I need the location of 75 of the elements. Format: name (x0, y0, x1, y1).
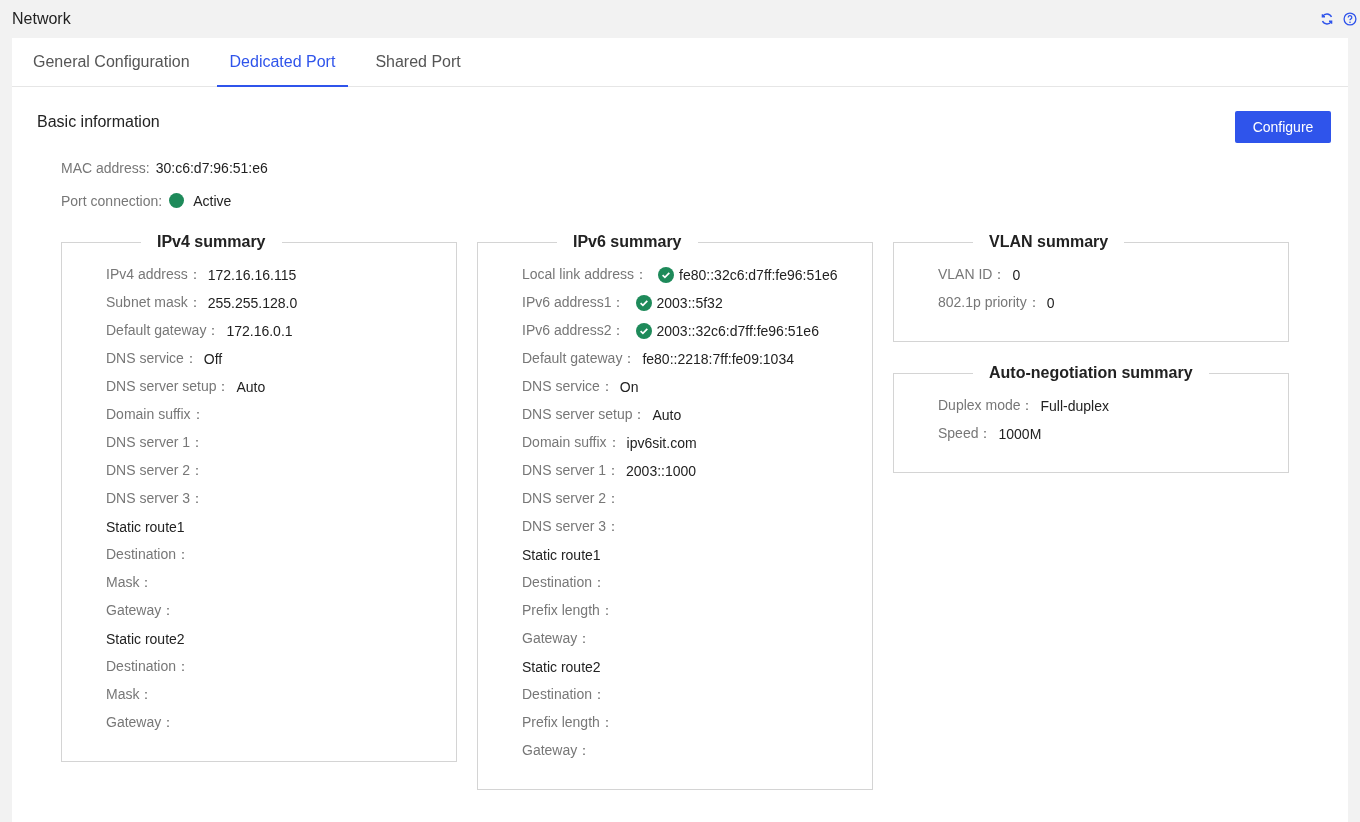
field-label: DNS server 1： (522, 462, 621, 480)
field-value: fe80::2218:7ff:fe09:1034 (642, 351, 794, 367)
tab[interactable]: Shared Port (362, 38, 474, 87)
field-label: Prefix length： (522, 602, 614, 620)
field-label: DNS server setup： (522, 406, 647, 424)
field-value: Full-duplex (1040, 398, 1109, 414)
group-heading: Static route1 (106, 519, 185, 535)
field-label: Gateway： (106, 714, 176, 732)
field-label: Destination： (522, 574, 607, 592)
field-label: DNS server 3： (106, 490, 205, 508)
field-label: DNS server 1： (106, 434, 205, 452)
box-title: Auto-negotiation summary (988, 364, 1194, 382)
group-heading: Static route2 (106, 631, 185, 647)
field-value: On (619, 379, 639, 395)
field-label: DNS service： (522, 378, 614, 396)
field-value: 172.16.16.115 (207, 267, 297, 283)
field-label: Gateway： (522, 630, 592, 648)
help-icon[interactable] (1343, 12, 1357, 26)
box-title: VLAN summary (988, 233, 1110, 251)
field-label: Default gateway： (522, 350, 637, 368)
refresh-icon[interactable] (1320, 12, 1334, 26)
field-label: MAC address: (61, 159, 150, 176)
configure-button[interactable]: Configure (1235, 111, 1331, 143)
field-label: Local link address： (522, 266, 649, 284)
tab[interactable]: General Configuration (20, 38, 203, 87)
field-value: Off (203, 351, 223, 367)
field-label: VLAN ID： (938, 266, 1007, 284)
field-label: DNS service： (106, 350, 198, 368)
check-circle-icon (635, 323, 652, 339)
field-value: Active (193, 192, 232, 209)
field-value: 0 (1046, 295, 1055, 311)
field-value: 172.16.0.1 (226, 323, 293, 339)
check-circle-icon (658, 267, 675, 283)
field-label: Mask： (106, 686, 154, 704)
field-label: Speed： (938, 425, 993, 443)
field-value: Auto (236, 379, 266, 395)
box-title: IPv4 summary (156, 233, 267, 251)
field-label: Domain suffix： (106, 406, 205, 424)
group-heading: Static route2 (522, 659, 601, 675)
field-value: 255.255.128.0 (207, 295, 298, 311)
field-label: Prefix length： (522, 714, 614, 732)
field-label: IPv6 address1： (522, 294, 626, 312)
field-label: IPv6 address2： (522, 322, 626, 340)
field-label: Default gateway： (106, 322, 221, 340)
field-label: DNS server 2： (522, 490, 621, 508)
field-label: Port connection: (61, 192, 163, 209)
field-value: 0 (1012, 267, 1021, 283)
field-value: Auto (652, 407, 682, 423)
field-label: Gateway： (522, 742, 592, 760)
field-label: DNS server 3： (522, 518, 621, 536)
field-value: 2003::32c6:d7ff:fe96:51e6 (656, 323, 819, 339)
group-heading: Static route1 (522, 547, 601, 563)
check-circle-icon (635, 295, 652, 311)
box-title: IPv6 summary (572, 233, 683, 251)
field-label: Domain suffix： (522, 434, 621, 452)
field-label: Destination： (106, 658, 191, 676)
field-label: Mask： (106, 574, 154, 592)
field-value: 2003::5f32 (656, 295, 723, 311)
field-value: fe80::32c6:d7ff:fe96:51e6 (679, 267, 838, 283)
page-title: Network (12, 10, 71, 28)
field-value: 30:c6:d7:96:51:e6 (155, 159, 268, 176)
field-label: DNS server setup： (106, 378, 231, 396)
field-value: ipv6sit.com (626, 435, 697, 451)
field-label: Duplex mode： (938, 397, 1035, 415)
field-label: Subnet mask： (106, 294, 202, 312)
field-label: DNS server 2： (106, 462, 205, 480)
field-label: Destination： (522, 686, 607, 704)
section-title: Basic information (37, 113, 160, 131)
tab[interactable]: Dedicated Port (216, 38, 349, 87)
field-value: 1000M (998, 426, 1042, 442)
field-value: 2003::1000 (626, 463, 697, 479)
field-label: IPv4 address： (106, 266, 202, 284)
field-label: Destination： (106, 546, 191, 564)
field-label: 802.1p priority： (938, 294, 1041, 312)
field-label: Gateway： (106, 602, 176, 620)
